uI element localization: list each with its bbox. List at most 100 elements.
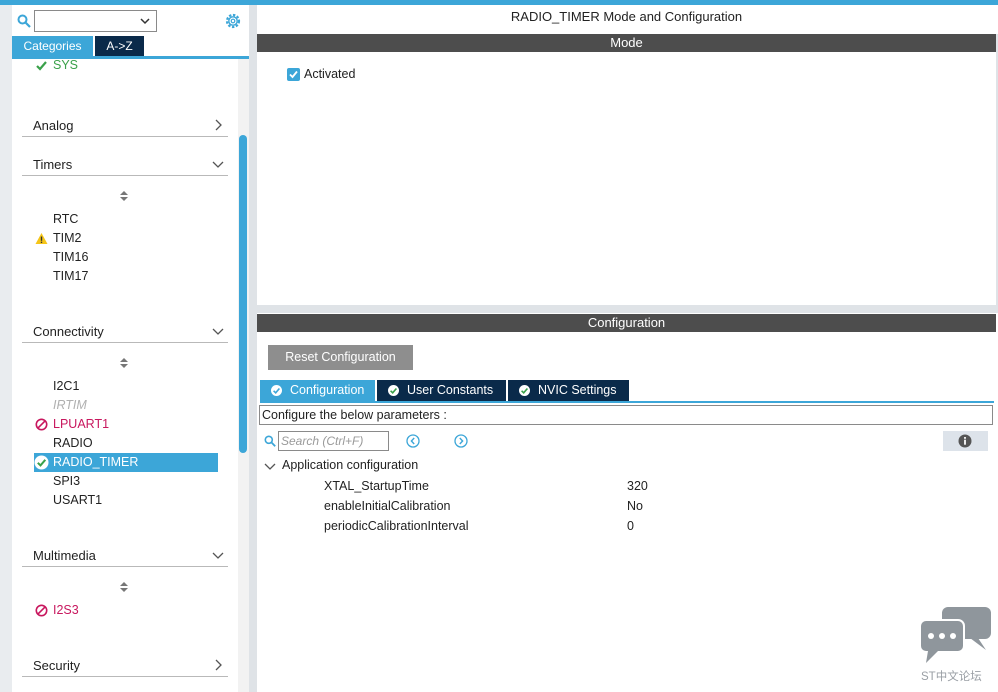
search-icon[interactable] bbox=[17, 14, 31, 28]
chevron-down-icon bbox=[212, 328, 224, 335]
tree-item-sys[interactable]: SYS bbox=[34, 59, 218, 74]
configuration-header: Configuration bbox=[257, 314, 996, 332]
tree-item-tim2[interactable]: TIM2 bbox=[34, 229, 218, 248]
tree-item-label: SYS bbox=[53, 59, 79, 72]
search-icon[interactable] bbox=[264, 435, 276, 447]
tab-nvic-settings[interactable]: NVIC Settings bbox=[508, 380, 629, 401]
tree-item-label: TIM16 bbox=[53, 250, 89, 264]
category-analog[interactable]: Analog bbox=[22, 115, 228, 137]
check-circle-icon bbox=[519, 385, 530, 396]
tree-item-label: RADIO bbox=[53, 436, 93, 450]
chevron-down-icon bbox=[212, 161, 224, 168]
tree-scrollbar-thumb[interactable] bbox=[239, 135, 247, 453]
category-label: Analog bbox=[33, 118, 74, 133]
tab-label: Configuration bbox=[290, 383, 365, 397]
tree-item-rtc[interactable]: RTC bbox=[34, 210, 218, 229]
chevron-down-icon[interactable] bbox=[140, 17, 150, 25]
tree-item-tim16[interactable]: TIM16 bbox=[34, 248, 218, 267]
page-title: RADIO_TIMER Mode and Configuration bbox=[510, 9, 743, 24]
check-circle-icon bbox=[388, 385, 399, 396]
tree-item-label: I2S3 bbox=[53, 603, 79, 617]
category-label: Connectivity bbox=[33, 324, 104, 339]
previous-match-icon[interactable] bbox=[406, 434, 420, 448]
activated-label: Activated bbox=[304, 67, 356, 81]
blocked-icon bbox=[35, 604, 48, 617]
chevron-right-icon bbox=[215, 119, 222, 131]
tree-item-label: TIM17 bbox=[53, 269, 89, 283]
info-button[interactable] bbox=[943, 431, 988, 451]
check-icon bbox=[36, 61, 47, 71]
tree-item-lpuart1[interactable]: LPUART1 bbox=[34, 415, 218, 434]
tree-item-tim17[interactable]: TIM17 bbox=[34, 267, 218, 286]
peripheral-tree: SYS Analog Timers RTC TIM2 TIM16 TIM17 C… bbox=[12, 59, 238, 692]
checkbox-box[interactable] bbox=[287, 68, 300, 81]
category-timers[interactable]: Timers bbox=[22, 154, 228, 176]
chat-bubbles-icon bbox=[919, 607, 991, 663]
tab-a-to-z[interactable]: A->Z bbox=[95, 36, 144, 56]
param-value[interactable]: 320 bbox=[627, 479, 648, 493]
param-name: XTAL_StartupTime bbox=[324, 479, 429, 493]
param-name: enableInitialCalibration bbox=[324, 499, 451, 513]
reset-configuration-button[interactable]: Reset Configuration bbox=[268, 345, 413, 370]
chevron-down-icon bbox=[212, 552, 224, 559]
tab-label: NVIC Settings bbox=[538, 383, 617, 397]
param-value[interactable]: No bbox=[627, 499, 643, 513]
param-name: periodicCalibrationInterval bbox=[324, 519, 469, 533]
next-match-icon[interactable] bbox=[454, 434, 468, 448]
chevron-right-icon bbox=[215, 659, 222, 671]
right-panel: RADIO_TIMER Mode and Configuration Mode … bbox=[257, 5, 998, 692]
check-circle-icon bbox=[271, 385, 282, 396]
forum-watermark: ST中文论坛 bbox=[918, 605, 993, 685]
tree-item-radio[interactable]: RADIO bbox=[34, 434, 218, 453]
tree-item-label: USART1 bbox=[53, 493, 103, 507]
search-row bbox=[12, 8, 249, 34]
search-combobox[interactable] bbox=[34, 10, 157, 32]
gear-icon[interactable] bbox=[224, 12, 242, 30]
param-value[interactable]: 0 bbox=[627, 519, 634, 533]
tree-item-label: RTC bbox=[53, 212, 79, 226]
tree-item-label: SPI3 bbox=[53, 474, 81, 488]
tab-configuration[interactable]: Configuration bbox=[260, 380, 375, 401]
category-connectivity[interactable]: Connectivity bbox=[22, 321, 228, 343]
left-edge-strip bbox=[0, 5, 12, 692]
tree-item-label: I2C1 bbox=[53, 379, 80, 393]
category-label: Timers bbox=[33, 157, 73, 172]
sort-icon[interactable] bbox=[119, 357, 129, 369]
category-label: Security bbox=[33, 658, 80, 673]
blocked-icon bbox=[35, 418, 48, 431]
chevron-down-icon bbox=[264, 463, 276, 470]
mode-header: Mode bbox=[257, 34, 996, 52]
group-label: Application configuration bbox=[282, 458, 419, 472]
category-label: Multimedia bbox=[33, 548, 96, 563]
tree-item-label: LPUART1 bbox=[53, 417, 110, 431]
tree-item-usart1[interactable]: USART1 bbox=[34, 491, 218, 510]
tree-item-spi3[interactable]: SPI3 bbox=[34, 472, 218, 491]
param-row[interactable]: enableInitialCalibration No bbox=[257, 497, 996, 517]
param-row[interactable]: periodicCalibrationInterval 0 bbox=[257, 517, 996, 537]
category-multimedia[interactable]: Multimedia bbox=[22, 545, 228, 567]
param-row[interactable]: XTAL_StartupTime 320 bbox=[257, 477, 996, 497]
tree-item-radio-timer[interactable]: RADIO_TIMER bbox=[34, 453, 218, 472]
tab-user-constants[interactable]: User Constants bbox=[377, 380, 506, 401]
sort-icon[interactable] bbox=[119, 190, 129, 202]
info-icon bbox=[958, 434, 972, 448]
tree-item-irtim[interactable]: IRTIM bbox=[34, 396, 218, 415]
config-tabs-underline bbox=[260, 401, 994, 403]
mode-config-divider[interactable] bbox=[257, 305, 998, 313]
tree-item-i2c1[interactable]: I2C1 bbox=[34, 377, 218, 396]
tab-categories[interactable]: Categories bbox=[12, 36, 93, 56]
panel-splitter[interactable] bbox=[249, 5, 257, 692]
parameter-search-input[interactable]: Search (Ctrl+F) bbox=[278, 431, 389, 451]
watermark-label: ST中文论坛 bbox=[921, 671, 982, 683]
parameters-hint: Configure the below parameters : bbox=[259, 405, 993, 425]
left-panel: Categories A->Z SYS Analog Timers RTC TI… bbox=[12, 5, 249, 692]
check-circle-icon bbox=[34, 455, 49, 470]
tree-item-label: TIM2 bbox=[53, 231, 82, 245]
tab-label: User Constants bbox=[407, 383, 494, 397]
category-security[interactable]: Security bbox=[22, 655, 228, 677]
tree-item-label: IRTIM bbox=[53, 398, 87, 412]
checkmark-icon bbox=[289, 70, 298, 79]
warning-icon bbox=[35, 233, 48, 244]
sort-icon[interactable] bbox=[119, 581, 129, 593]
tree-item-i2s3[interactable]: I2S3 bbox=[34, 601, 218, 620]
